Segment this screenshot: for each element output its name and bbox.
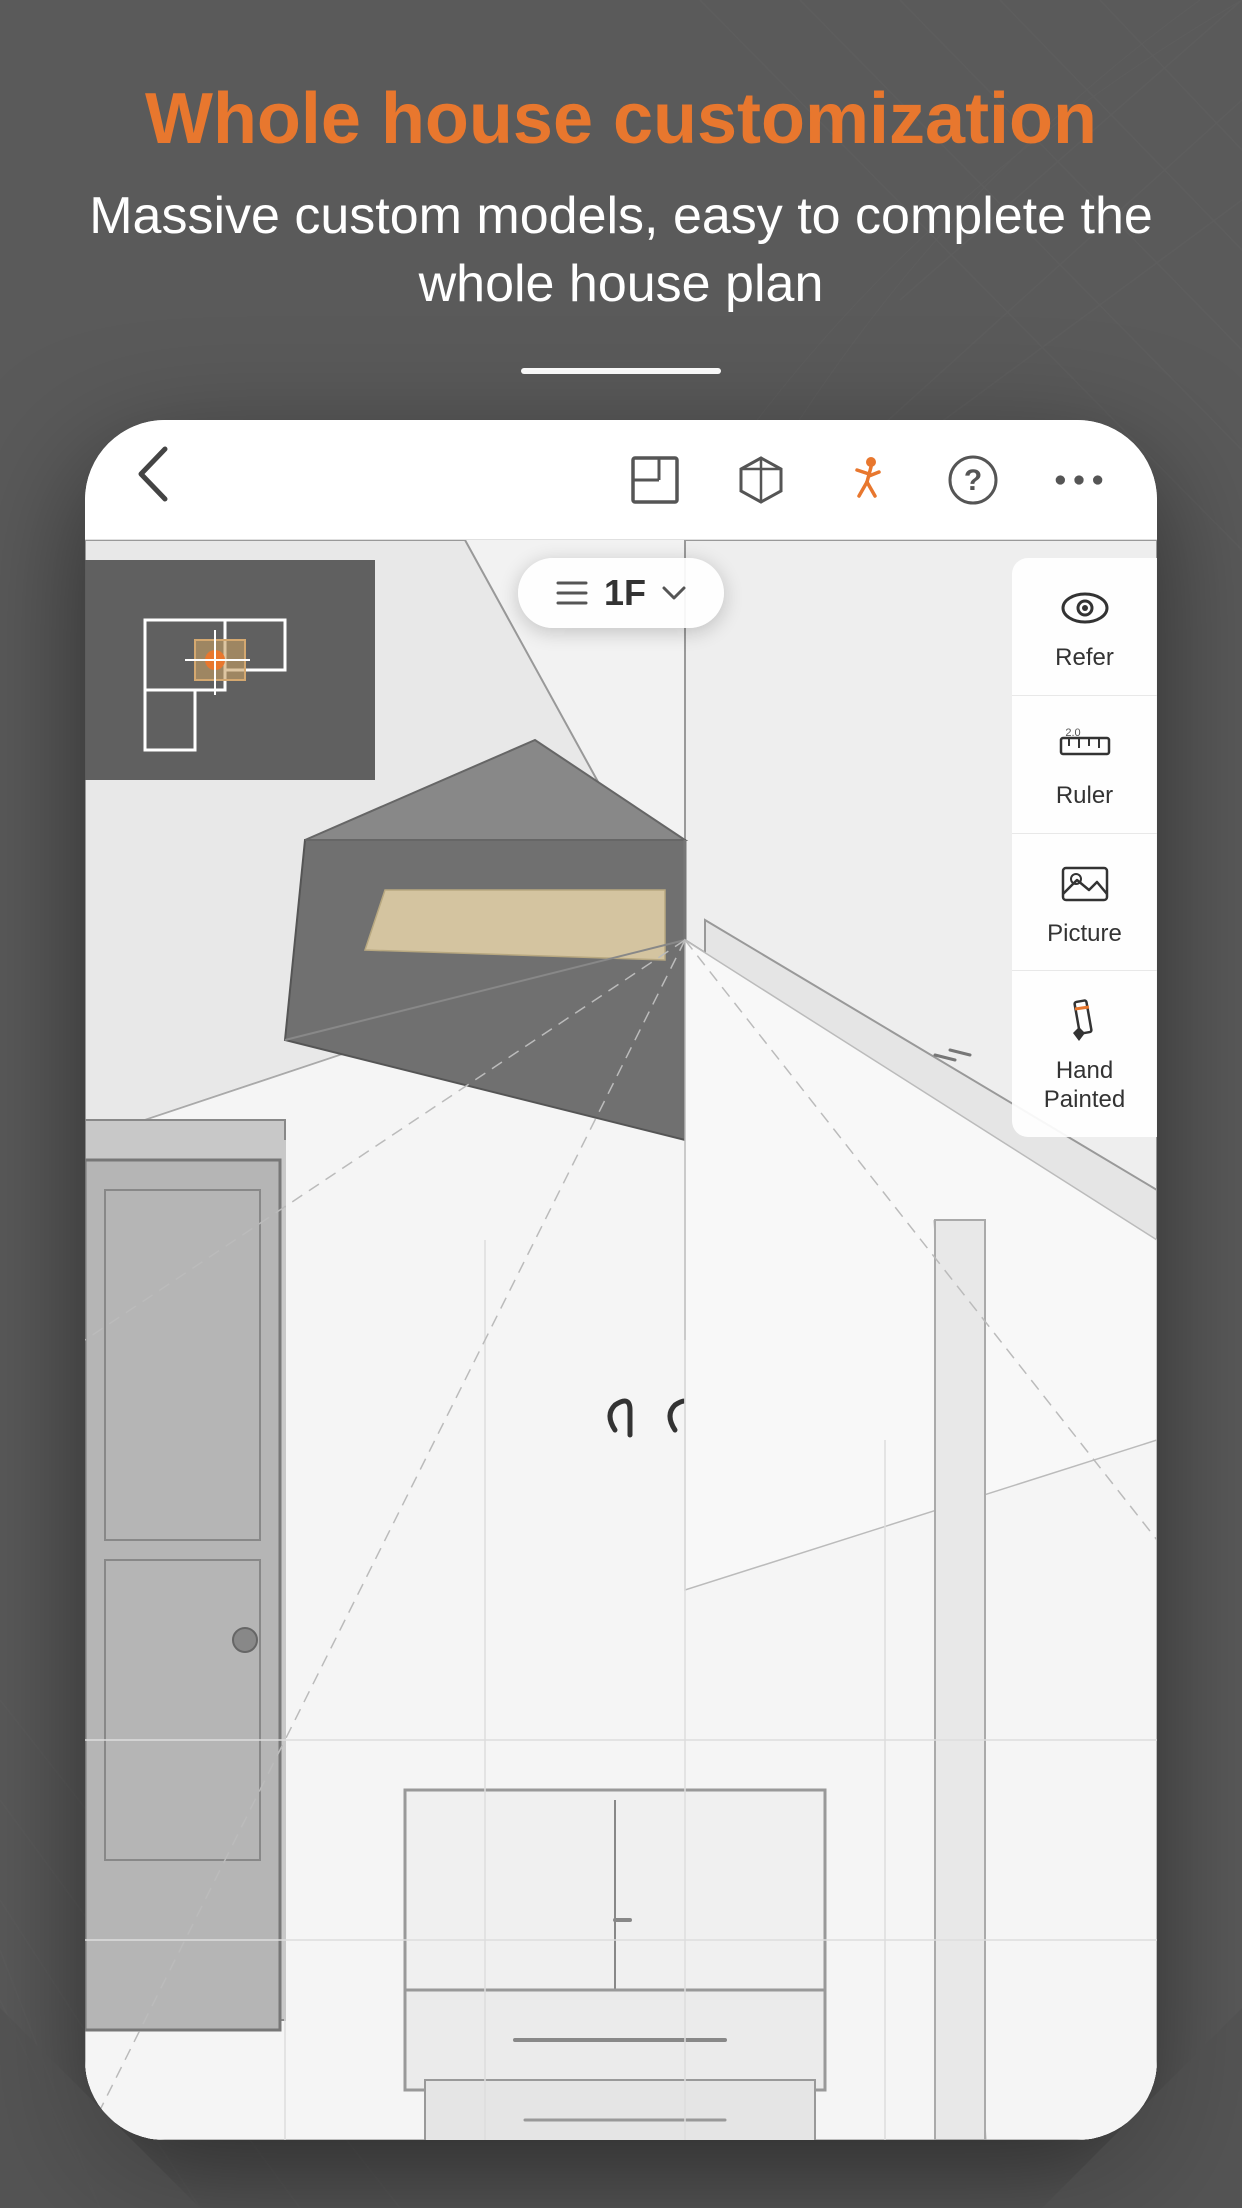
phone-content: 1F Refer: [85, 540, 1157, 2140]
sidebar-item-refer[interactable]: Refer: [1012, 558, 1157, 696]
mini-map[interactable]: [85, 560, 375, 780]
floorplan-icon[interactable]: [627, 452, 683, 508]
phone-frame: ?: [85, 420, 1157, 2140]
topbar-icons: ?: [627, 452, 1107, 508]
right-sidebar: Refer 2.0 Ruler: [1012, 558, 1157, 1137]
phone-topbar: ?: [85, 420, 1157, 540]
person-walk-icon[interactable]: [839, 452, 895, 508]
refer-icon: [1057, 580, 1113, 636]
ruler-icon: 2.0: [1057, 718, 1113, 774]
floor-selector[interactable]: 1F: [518, 558, 724, 628]
hand-painted-icon: [1057, 993, 1113, 1049]
picture-label: Picture: [1047, 920, 1122, 949]
sidebar-item-hand-painted[interactable]: Hand Painted: [1012, 971, 1157, 1137]
hand-painted-label: Hand Painted: [1044, 1057, 1125, 1115]
svg-text:?: ?: [964, 464, 982, 497]
phone-mockup: ?: [85, 420, 1157, 2208]
cube-icon[interactable]: [733, 452, 789, 508]
sidebar-item-ruler[interactable]: 2.0 Ruler: [1012, 696, 1157, 834]
page-title: Whole house customization: [80, 80, 1162, 159]
sidebar-item-picture[interactable]: Picture: [1012, 834, 1157, 972]
floor-label: 1F: [604, 572, 646, 614]
divider: [521, 368, 721, 374]
svg-text:2.0: 2.0: [1065, 727, 1080, 739]
picture-icon: [1057, 856, 1113, 912]
refer-label: Refer: [1055, 644, 1114, 673]
more-icon[interactable]: [1051, 452, 1107, 508]
help-icon[interactable]: ?: [945, 452, 1001, 508]
page-subtitle: Massive custom models, easy to complete …: [80, 183, 1162, 318]
ruler-label: Ruler: [1056, 782, 1113, 811]
back-button[interactable]: [135, 444, 171, 516]
